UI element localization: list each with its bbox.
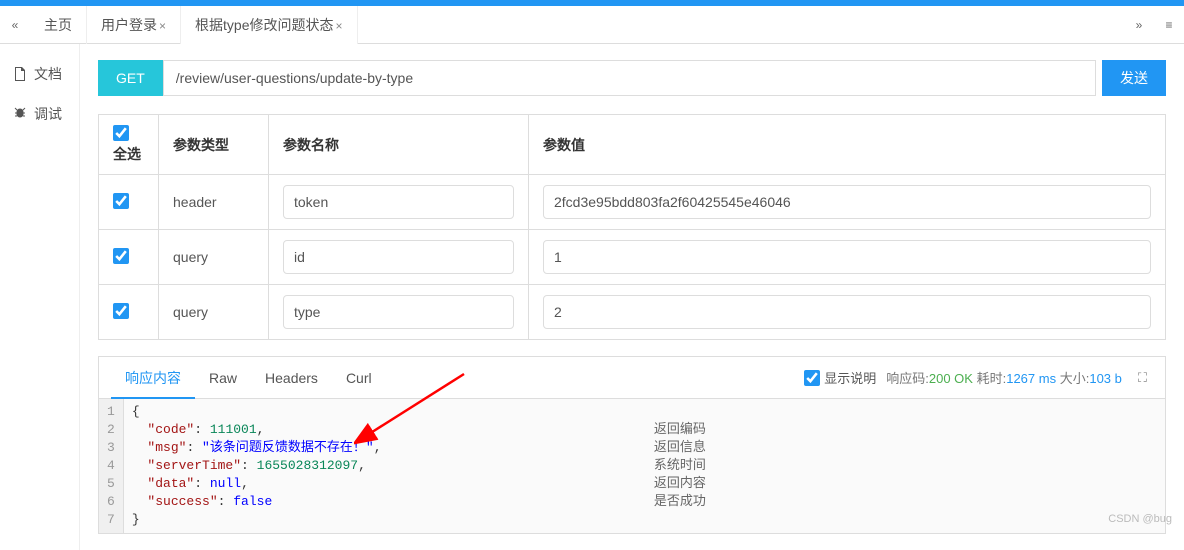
select-all-label: 全选: [113, 146, 141, 162]
param-type: query: [159, 285, 269, 340]
param-value-input[interactable]: [543, 240, 1151, 274]
params-table: 全选 参数类型 参数名称 参数值 header query: [98, 114, 1166, 340]
select-all-checkbox[interactable]: [113, 125, 129, 141]
table-row: header: [99, 175, 1166, 230]
close-icon[interactable]: ×: [159, 19, 166, 33]
column-header-type: 参数类型: [159, 115, 269, 175]
param-value-input[interactable]: [543, 295, 1151, 329]
table-row: query: [99, 230, 1166, 285]
column-header-name: 参数名称: [269, 115, 529, 175]
show-desc-toggle[interactable]: 显示说明: [804, 368, 876, 387]
watermark: CSDN @bug: [1108, 513, 1172, 525]
debug-icon: [12, 106, 28, 122]
param-name-input[interactable]: [283, 185, 514, 219]
param-value-input[interactable]: [543, 185, 1151, 219]
request-bar: GET 发送: [98, 60, 1166, 96]
param-type: header: [159, 175, 269, 230]
tabs-menu[interactable]: ≡: [1154, 18, 1184, 32]
sidebar-item-debug[interactable]: 调试: [0, 94, 79, 134]
param-name-input[interactable]: [283, 295, 514, 329]
sidebar-item-docs[interactable]: 文档: [0, 54, 79, 94]
response-status: 响应码:200 OK 耗时:1267 ms 大小:103 b: [886, 368, 1122, 387]
select-all-header: 全选: [99, 115, 159, 175]
param-name-input[interactable]: [283, 240, 514, 274]
tab-headers[interactable]: Headers: [251, 357, 332, 399]
tab-home[interactable]: 主页: [30, 6, 87, 44]
tab-user-login[interactable]: 用户登录×: [87, 6, 181, 44]
response-section: 响应内容 Raw Headers Curl 显示说明 响应码:200 OK 耗时…: [98, 356, 1166, 534]
send-button[interactable]: 发送: [1102, 60, 1166, 96]
document-icon: [12, 66, 28, 82]
tab-label: 主页: [44, 17, 72, 33]
expand-icon[interactable]: ⛶: [1132, 370, 1153, 386]
tab-raw[interactable]: Raw: [195, 357, 251, 399]
response-tabs: 响应内容 Raw Headers Curl 显示说明 响应码:200 OK 耗时…: [99, 357, 1165, 399]
field-descriptions: 返回编码 返回信息 系统时间 返回内容 是否成功: [654, 403, 706, 511]
response-body: 1234567 { "code": 111001, "msg": "该条问题反馈…: [99, 399, 1165, 533]
table-row: query: [99, 285, 1166, 340]
sidebar-item-label: 文档: [34, 64, 62, 84]
show-desc-label: 显示说明: [824, 368, 876, 387]
tabs-bar: « 主页 用户登录× 根据type修改问题状态× » ≡: [0, 6, 1184, 44]
tabs-scroll-left[interactable]: «: [0, 18, 30, 32]
line-numbers: 1234567: [99, 399, 124, 533]
tab-label: 用户登录: [101, 17, 157, 33]
tab-label: 根据type修改问题状态: [195, 17, 333, 33]
tab-curl[interactable]: Curl: [332, 357, 386, 399]
url-input[interactable]: [163, 60, 1096, 96]
tab-update-by-type[interactable]: 根据type修改问题状态×: [181, 6, 357, 44]
close-icon[interactable]: ×: [335, 19, 342, 33]
row-checkbox[interactable]: [113, 193, 129, 209]
code-content[interactable]: { "code": 111001, "msg": "该条问题反馈数据不存在！",…: [124, 399, 1165, 533]
row-checkbox[interactable]: [113, 303, 129, 319]
row-checkbox[interactable]: [113, 248, 129, 264]
show-desc-checkbox[interactable]: [804, 370, 820, 386]
sidebar-item-label: 调试: [34, 104, 62, 124]
tab-response-body[interactable]: 响应内容: [111, 357, 195, 399]
column-header-value: 参数值: [529, 115, 1166, 175]
param-type: query: [159, 230, 269, 285]
tabs-scroll-right[interactable]: »: [1124, 18, 1154, 32]
method-badge[interactable]: GET: [98, 60, 163, 96]
sidebar: 文档 调试: [0, 44, 80, 550]
